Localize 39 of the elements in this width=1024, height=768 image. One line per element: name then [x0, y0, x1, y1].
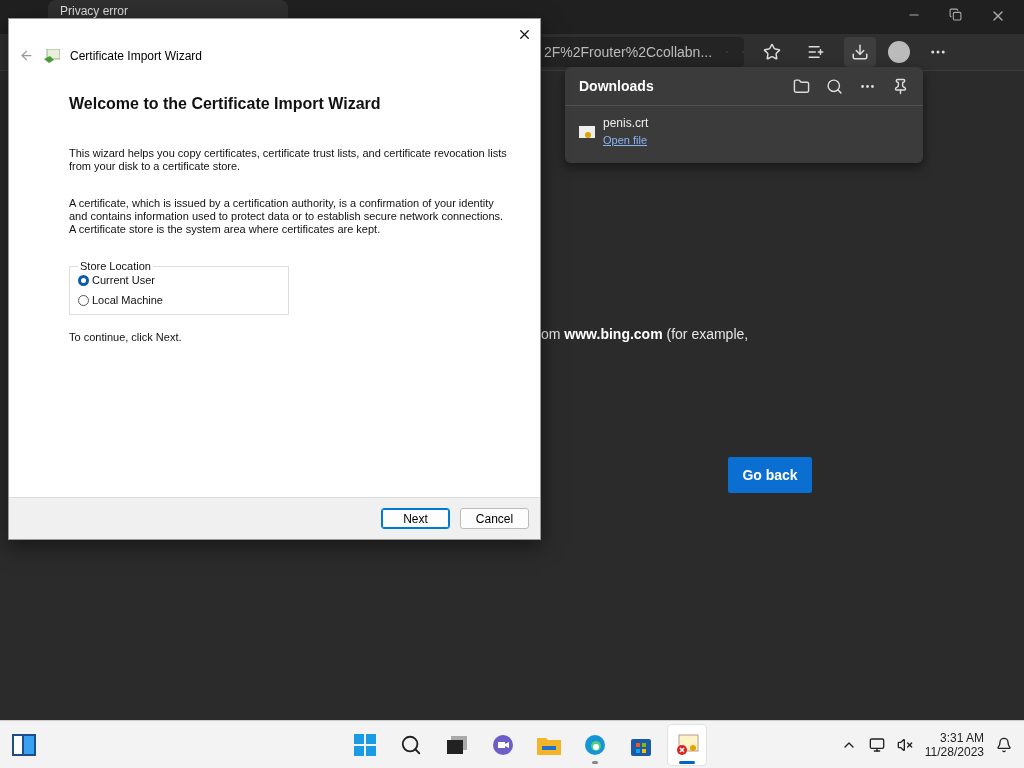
favorites-icon[interactable]	[763, 43, 781, 61]
search-icon[interactable]	[826, 77, 843, 95]
panel-title: Downloads	[579, 78, 655, 94]
search-icon	[400, 733, 422, 756]
window-title: Certificate Import Wizard	[70, 48, 203, 63]
video-chat-icon	[492, 733, 514, 756]
browser-icon	[584, 733, 606, 756]
windows-logo-icon	[354, 733, 376, 756]
go-back-button[interactable]: Go back	[728, 457, 812, 493]
notification-icon[interactable]	[996, 736, 1012, 753]
back-icon[interactable]	[19, 48, 34, 63]
open-file-link[interactable]: Open file	[603, 134, 648, 146]
folder-icon[interactable]	[793, 77, 810, 95]
network-icon[interactable]	[868, 736, 885, 753]
clock-date: 11/28/2023	[924, 744, 984, 759]
wizard-paragraph: A certificate, which is issued by a certification authority, is a confirmation of your identity and contains information used to protect data or to establish secure network connections. A certificate store is the system area where certificates are kept.	[69, 197, 505, 236]
dialog-button[interactable]: Cancel	[460, 508, 529, 529]
wizard-paragraph: This wizard helps you copy certificates, certificate trust lists, and certificate revocation lists from your disk to a certificate store.	[69, 147, 508, 173]
profile-avatar[interactable]	[888, 41, 910, 63]
page-text: om www.bing.com (for example,	[541, 326, 749, 342]
dialog-button[interactable]: Next	[381, 508, 450, 529]
radio-option[interactable]: Current User	[78, 274, 280, 286]
certificate-icon	[675, 733, 699, 756]
group-label: Store Location	[79, 260, 152, 272]
collections-icon[interactable]	[807, 43, 825, 61]
muted-speaker-icon[interactable]	[896, 736, 913, 753]
certificate-icon	[44, 48, 60, 63]
certificate-file-icon	[579, 125, 595, 139]
close-icon[interactable]	[517, 27, 532, 42]
file-name: penis.crt	[603, 116, 649, 130]
pin-icon[interactable]	[892, 77, 909, 95]
stacked-windows-icon	[447, 735, 467, 754]
clock-time: 3:31 AM	[939, 730, 984, 745]
hint-text: To continue, click Next.	[69, 331, 183, 343]
radio-option[interactable]: Local Machine	[78, 294, 280, 306]
wizard-heading: Welcome to the Certificate Import Wizard	[69, 95, 382, 113]
download-icon[interactable]	[851, 43, 869, 61]
restore-icon[interactable]	[949, 8, 962, 21]
widgets-icon[interactable]	[12, 733, 36, 756]
